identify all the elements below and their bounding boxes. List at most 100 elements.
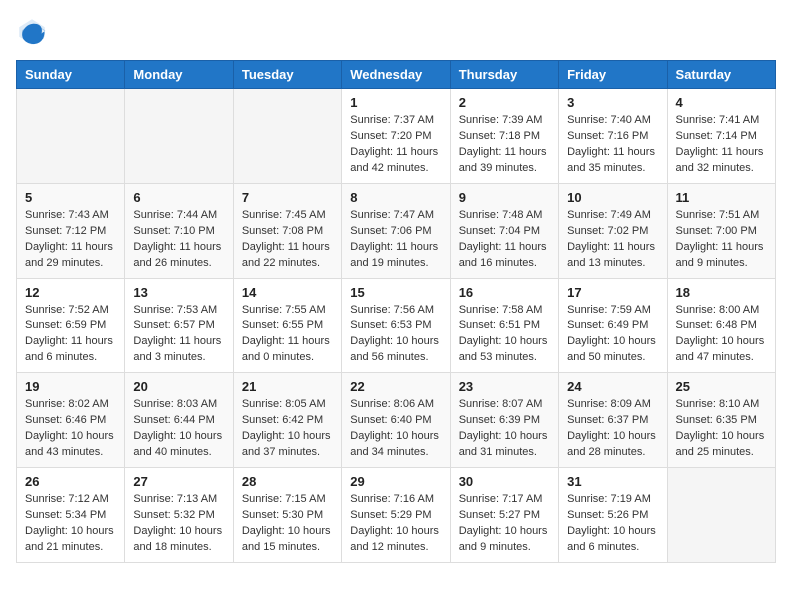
day-cell: 2 Sunrise: 7:39 AM Sunset: 7:18 PM Daylig… (450, 89, 558, 184)
weekday-header-tuesday: Tuesday (233, 61, 341, 89)
day-info: Sunrise: 7:52 AM Sunset: 6:59 PM Dayligh… (25, 303, 116, 367)
day-cell: 3 Sunrise: 7:40 AM Sunset: 7:16 PM Daylig… (559, 89, 667, 184)
day-number: 12 (25, 285, 116, 300)
weekday-header-monday: Monday (125, 61, 233, 89)
day-info: Sunrise: 7:47 AM Sunset: 7:06 PM Dayligh… (350, 208, 441, 272)
week-row-3: 12 Sunrise: 7:52 AM Sunset: 6:59 PM Dayli… (17, 278, 776, 373)
day-info: Sunrise: 7:45 AM Sunset: 7:08 PM Dayligh… (242, 208, 333, 272)
day-info: Sunrise: 7:16 AM Sunset: 5:29 PM Dayligh… (350, 492, 441, 556)
day-cell: 9 Sunrise: 7:48 AM Sunset: 7:04 PM Daylig… (450, 183, 558, 278)
day-cell (17, 89, 125, 184)
day-cell: 8 Sunrise: 7:47 AM Sunset: 7:06 PM Daylig… (342, 183, 450, 278)
week-row-1: 1Sunrise: 7:37 AM Sunset: 7:20 PM Daylig… (17, 89, 776, 184)
day-number: 1 (350, 95, 441, 110)
day-number: 29 (350, 474, 441, 489)
day-number: 27 (133, 474, 224, 489)
day-cell: 31 Sunrise: 7:19 AM Sunset: 5:26 PM Dayli… (559, 468, 667, 563)
day-number: 7 (242, 190, 333, 205)
day-info: Sunrise: 8:06 AM Sunset: 6:40 PM Dayligh… (350, 397, 441, 461)
day-cell: 1Sunrise: 7:37 AM Sunset: 7:20 PM Daylig… (342, 89, 450, 184)
day-info: Sunrise: 7:17 AM Sunset: 5:27 PM Dayligh… (459, 492, 550, 556)
day-cell: 18 Sunrise: 8:00 AM Sunset: 6:48 PM Dayli… (667, 278, 775, 373)
day-number: 21 (242, 379, 333, 394)
day-cell: 10 Sunrise: 7:49 AM Sunset: 7:02 PM Dayli… (559, 183, 667, 278)
day-cell: 17Sunrise: 7:59 AM Sunset: 6:49 PM Dayli… (559, 278, 667, 373)
day-info: Sunrise: 7:19 AM Sunset: 5:26 PM Dayligh… (567, 492, 658, 556)
day-cell (233, 89, 341, 184)
weekday-header-sunday: Sunday (17, 61, 125, 89)
day-cell: 14 Sunrise: 7:55 AM Sunset: 6:55 PM Dayli… (233, 278, 341, 373)
day-cell: 19 Sunrise: 8:02 AM Sunset: 6:46 PM Dayli… (17, 373, 125, 468)
day-number: 2 (459, 95, 550, 110)
day-cell: 13Sunrise: 7:53 AM Sunset: 6:57 PM Dayli… (125, 278, 233, 373)
day-number: 25 (676, 379, 767, 394)
day-info: Sunrise: 7:40 AM Sunset: 7:16 PM Dayligh… (567, 113, 658, 177)
day-info: Sunrise: 7:48 AM Sunset: 7:04 PM Dayligh… (459, 208, 550, 272)
day-number: 3 (567, 95, 658, 110)
day-cell: 26Sunrise: 7:12 AM Sunset: 5:34 PM Dayli… (17, 468, 125, 563)
week-row-4: 19 Sunrise: 8:02 AM Sunset: 6:46 PM Dayli… (17, 373, 776, 468)
day-number: 10 (567, 190, 658, 205)
day-number: 9 (459, 190, 550, 205)
day-cell: 27 Sunrise: 7:13 AM Sunset: 5:32 PM Dayli… (125, 468, 233, 563)
week-row-2: 5Sunrise: 7:43 AM Sunset: 7:12 PM Daylig… (17, 183, 776, 278)
weekday-header-saturday: Saturday (667, 61, 775, 89)
day-info: Sunrise: 7:55 AM Sunset: 6:55 PM Dayligh… (242, 303, 333, 367)
day-info: Sunrise: 7:15 AM Sunset: 5:30 PM Dayligh… (242, 492, 333, 556)
day-cell: 22 Sunrise: 8:06 AM Sunset: 6:40 PM Dayli… (342, 373, 450, 468)
day-number: 11 (676, 190, 767, 205)
weekday-header-row: SundayMondayTuesdayWednesdayThursdayFrid… (17, 61, 776, 89)
day-number: 4 (676, 95, 767, 110)
day-cell: 11 Sunrise: 7:51 AM Sunset: 7:00 PM Dayli… (667, 183, 775, 278)
day-number: 30 (459, 474, 550, 489)
day-number: 31 (567, 474, 658, 489)
day-cell (125, 89, 233, 184)
day-info: Sunrise: 8:00 AM Sunset: 6:48 PM Dayligh… (676, 303, 767, 367)
day-info: Sunrise: 8:10 AM Sunset: 6:35 PM Dayligh… (676, 397, 767, 461)
day-cell: 30 Sunrise: 7:17 AM Sunset: 5:27 PM Dayli… (450, 468, 558, 563)
day-info: Sunrise: 8:09 AM Sunset: 6:37 PM Dayligh… (567, 397, 658, 461)
day-cell: 20 Sunrise: 8:03 AM Sunset: 6:44 PM Dayli… (125, 373, 233, 468)
day-number: 28 (242, 474, 333, 489)
day-cell: 5Sunrise: 7:43 AM Sunset: 7:12 PM Daylig… (17, 183, 125, 278)
day-info: Sunrise: 7:13 AM Sunset: 5:32 PM Dayligh… (133, 492, 224, 556)
day-info: Sunrise: 7:53 AM Sunset: 6:57 PM Dayligh… (133, 303, 224, 367)
day-info: Sunrise: 7:51 AM Sunset: 7:00 PM Dayligh… (676, 208, 767, 272)
day-info: Sunrise: 7:12 AM Sunset: 5:34 PM Dayligh… (25, 492, 116, 556)
day-cell: 29 Sunrise: 7:16 AM Sunset: 5:29 PM Dayli… (342, 468, 450, 563)
day-number: 24 (567, 379, 658, 394)
calendar-table: SundayMondayTuesdayWednesdayThursdayFrid… (16, 60, 776, 563)
day-number: 6 (133, 190, 224, 205)
day-info: Sunrise: 7:49 AM Sunset: 7:02 PM Dayligh… (567, 208, 658, 272)
day-info: Sunrise: 7:59 AM Sunset: 6:49 PM Dayligh… (567, 303, 658, 367)
day-cell: 23 Sunrise: 8:07 AM Sunset: 6:39 PM Dayli… (450, 373, 558, 468)
day-number: 14 (242, 285, 333, 300)
day-number: 16 (459, 285, 550, 300)
day-info: Sunrise: 7:39 AM Sunset: 7:18 PM Dayligh… (459, 113, 550, 177)
day-cell: 21Sunrise: 8:05 AM Sunset: 6:42 PM Dayli… (233, 373, 341, 468)
day-info: Sunrise: 8:03 AM Sunset: 6:44 PM Dayligh… (133, 397, 224, 461)
day-info: Sunrise: 7:44 AM Sunset: 7:10 PM Dayligh… (133, 208, 224, 272)
day-info: Sunrise: 8:02 AM Sunset: 6:46 PM Dayligh… (25, 397, 116, 461)
day-info: Sunrise: 7:56 AM Sunset: 6:53 PM Dayligh… (350, 303, 441, 367)
day-number: 19 (25, 379, 116, 394)
day-number: 23 (459, 379, 550, 394)
logo (16, 16, 52, 48)
day-number: 20 (133, 379, 224, 394)
day-cell: 28 Sunrise: 7:15 AM Sunset: 5:30 PM Dayli… (233, 468, 341, 563)
day-cell: 15Sunrise: 7:56 AM Sunset: 6:53 PM Dayli… (342, 278, 450, 373)
day-number: 5 (25, 190, 116, 205)
day-cell (667, 468, 775, 563)
day-cell: 4Sunrise: 7:41 AM Sunset: 7:14 PM Daylig… (667, 89, 775, 184)
day-number: 22 (350, 379, 441, 394)
day-info: Sunrise: 8:07 AM Sunset: 6:39 PM Dayligh… (459, 397, 550, 461)
day-number: 8 (350, 190, 441, 205)
weekday-header-thursday: Thursday (450, 61, 558, 89)
day-cell: 16Sunrise: 7:58 AM Sunset: 6:51 PM Dayli… (450, 278, 558, 373)
weekday-header-friday: Friday (559, 61, 667, 89)
day-cell: 7 Sunrise: 7:45 AM Sunset: 7:08 PM Daylig… (233, 183, 341, 278)
page-header (16, 16, 776, 48)
day-cell: 25 Sunrise: 8:10 AM Sunset: 6:35 PM Dayli… (667, 373, 775, 468)
day-number: 18 (676, 285, 767, 300)
weekday-header-wednesday: Wednesday (342, 61, 450, 89)
